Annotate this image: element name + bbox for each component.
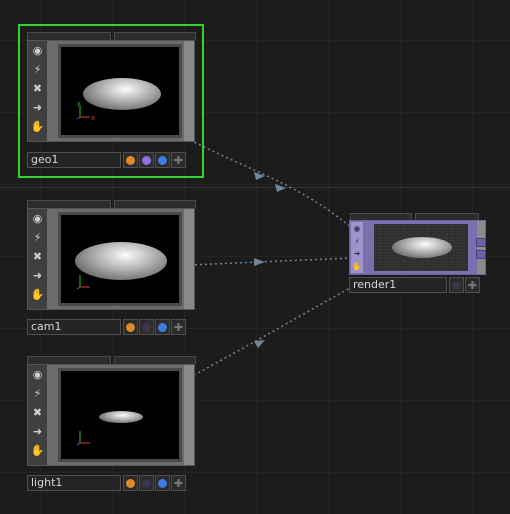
node-flags: ✚ bbox=[123, 152, 186, 168]
template-flag[interactable] bbox=[155, 319, 170, 335]
plus-icon: ✚ bbox=[173, 153, 184, 167]
node-toolstrip: ◉ ⚡ ➜ ✋ bbox=[351, 222, 363, 273]
output-connector[interactable] bbox=[476, 250, 486, 259]
node-body[interactable]: ◉ ⚡ ✖ ➜ ✋ bbox=[27, 364, 195, 466]
node-right-bar bbox=[184, 209, 194, 309]
cook-icon[interactable]: ⚡ bbox=[351, 235, 363, 248]
wire-arrow bbox=[254, 340, 265, 348]
clone-icon[interactable]: ✋ bbox=[28, 285, 47, 304]
add-flag[interactable]: ✚ bbox=[465, 277, 480, 293]
axis-x-label: x bbox=[91, 114, 95, 121]
capsule-preview bbox=[99, 411, 143, 423]
lock-arrow-icon[interactable]: ➜ bbox=[351, 248, 363, 261]
viewer-toggle-icon[interactable]: ◉ bbox=[28, 365, 47, 384]
add-flag[interactable]: ✚ bbox=[171, 152, 186, 168]
node-viewer[interactable] bbox=[58, 368, 182, 462]
bypass-icon[interactable]: ✖ bbox=[28, 247, 47, 266]
bypass-icon[interactable]: ✖ bbox=[28, 403, 47, 422]
add-flag[interactable]: ✚ bbox=[171, 319, 186, 335]
lock-arrow-icon[interactable]: ➜ bbox=[28, 266, 47, 285]
node-viewer[interactable]: x y bbox=[58, 44, 182, 138]
node-body[interactable]: ◉ ⚡ ➜ ✋ bbox=[349, 220, 486, 275]
clone-icon[interactable]: ✋ bbox=[28, 441, 47, 460]
lock-arrow-icon[interactable]: ➜ bbox=[28, 98, 47, 117]
plus-icon: ✚ bbox=[467, 278, 478, 292]
node-flags: ✚ bbox=[123, 475, 186, 491]
clone-icon[interactable]: ✋ bbox=[28, 117, 47, 136]
display-flag[interactable] bbox=[123, 475, 138, 491]
node-tabs bbox=[27, 200, 196, 208]
node-name-label[interactable]: light1 bbox=[27, 475, 121, 491]
wire-arrow bbox=[254, 258, 265, 266]
plus-icon: ✚ bbox=[173, 320, 184, 334]
cook-icon[interactable]: ⚡ bbox=[28, 60, 47, 79]
wire-light1-render1[interactable] bbox=[184, 286, 353, 381]
template-flag[interactable] bbox=[155, 475, 170, 491]
plus-icon: ✚ bbox=[173, 476, 184, 490]
node-name-label[interactable]: cam1 bbox=[27, 319, 121, 335]
add-flag[interactable]: ✚ bbox=[171, 475, 186, 491]
output-connector[interactable] bbox=[476, 238, 486, 247]
bypass-icon[interactable]: ✖ bbox=[28, 79, 47, 98]
cook-icon[interactable]: ⚡ bbox=[28, 228, 47, 247]
node-name-label[interactable]: render1 bbox=[349, 277, 447, 293]
node-viewer[interactable] bbox=[374, 224, 468, 271]
node-tabs bbox=[27, 356, 196, 364]
node-right-bar bbox=[477, 221, 485, 274]
node-name-label[interactable]: geo1 bbox=[27, 152, 121, 168]
node-right-bar bbox=[184, 365, 194, 465]
template-flag[interactable] bbox=[155, 152, 170, 168]
wire-cam1-render1[interactable] bbox=[189, 257, 353, 266]
axis-gizmo bbox=[76, 431, 90, 446]
render-flag[interactable] bbox=[449, 277, 464, 293]
display-flag[interactable] bbox=[123, 152, 138, 168]
viewer-toggle-icon[interactable]: ◉ bbox=[28, 41, 47, 60]
display-flag[interactable] bbox=[123, 319, 138, 335]
node-right-bar bbox=[184, 41, 194, 141]
node-toolstrip: ◉ ⚡ ✖ ➜ ✋ bbox=[28, 41, 47, 141]
clone-icon[interactable]: ✋ bbox=[351, 260, 363, 273]
wire-geo1-render1[interactable] bbox=[189, 139, 353, 229]
render-flag[interactable] bbox=[139, 319, 154, 335]
node-viewer[interactable] bbox=[58, 212, 182, 306]
node-toolstrip: ◉ ⚡ ✖ ➜ ✋ bbox=[28, 365, 47, 465]
wire-arrow bbox=[275, 184, 286, 192]
node-tabs bbox=[27, 32, 196, 40]
axis-gizmo: x y bbox=[76, 101, 95, 121]
lock-arrow-icon[interactable]: ➜ bbox=[28, 422, 47, 441]
node-body[interactable]: ◉ ⚡ ✖ ➜ ✋ x y bbox=[27, 40, 195, 142]
render-flag[interactable] bbox=[139, 152, 154, 168]
viewer-toggle-icon[interactable]: ◉ bbox=[351, 222, 363, 235]
node-flags: ✚ bbox=[123, 319, 186, 335]
cook-icon[interactable]: ⚡ bbox=[28, 384, 47, 403]
capsule-preview bbox=[392, 237, 452, 258]
axis-y-label: y bbox=[77, 101, 81, 107]
axis-gizmo bbox=[76, 275, 90, 290]
node-body[interactable]: ◉ ⚡ ✖ ➜ ✋ bbox=[27, 208, 195, 310]
node-toolstrip: ◉ ⚡ ✖ ➜ ✋ bbox=[28, 209, 47, 309]
render-flag[interactable] bbox=[139, 475, 154, 491]
viewer-toggle-icon[interactable]: ◉ bbox=[28, 209, 47, 228]
node-flags: ✚ bbox=[449, 277, 480, 293]
